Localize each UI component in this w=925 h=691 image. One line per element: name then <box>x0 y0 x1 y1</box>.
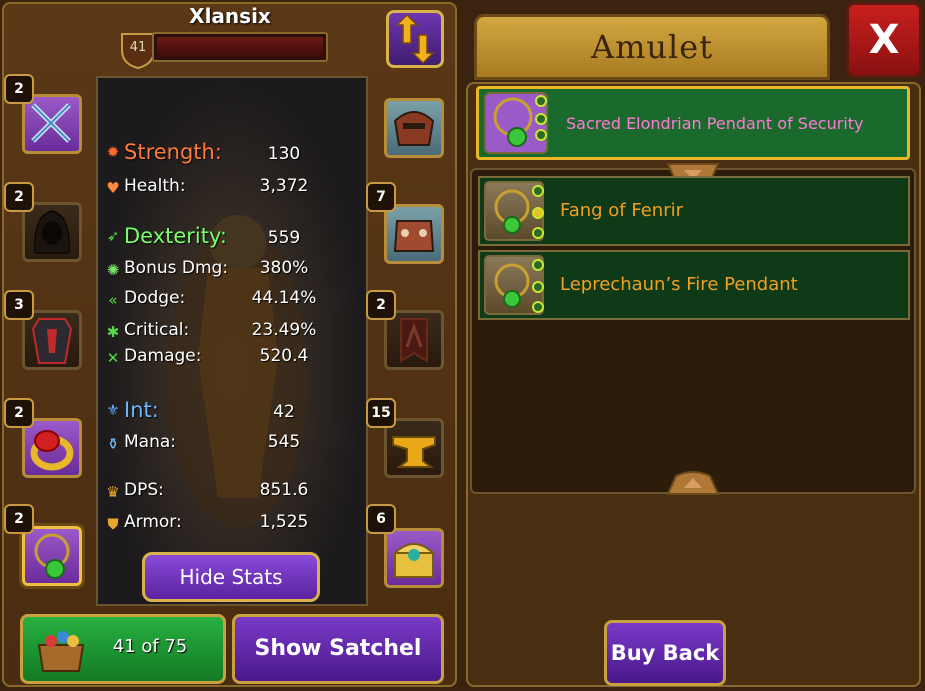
stat-row: ✕ Damage: 520.4 <box>104 346 364 372</box>
stat-value: 3,372 <box>259 176 309 196</box>
slot-weapon-count: 2 <box>4 74 34 104</box>
stat-row: ✺ Bonus Dmg: 380% <box>104 258 364 284</box>
slot-amulet[interactable] <box>22 526 82 586</box>
stat-label: Dodge: <box>124 288 186 308</box>
stat-row: « Dodge: 44.14% <box>104 288 364 314</box>
stat-label: Health: <box>124 176 186 196</box>
stat-label: Mana: <box>124 432 177 452</box>
stat-row: ✹ Strength: 130 <box>104 140 364 166</box>
stat-label: Strength: <box>124 140 222 164</box>
damage-icon: ✕ <box>106 349 120 367</box>
dps-icon: ♛ <box>106 483 120 501</box>
stat-row: ⚱ Mana: 545 <box>104 432 364 458</box>
stat-value: 1,525 <box>259 512 309 532</box>
stat-value: 520.4 <box>259 346 309 366</box>
stat-value: 545 <box>267 432 301 452</box>
slot-shoulders-count: 7 <box>366 182 396 212</box>
health-icon: ♥ <box>106 179 120 197</box>
slot-head-count: 2 <box>4 182 34 212</box>
list-item[interactable]: Fang of Fenrir <box>478 176 910 246</box>
character-name: Xlansix <box>189 4 271 28</box>
stat-value: 42 <box>273 402 295 422</box>
slot-shoulders[interactable] <box>384 204 444 264</box>
slot-helmet[interactable] <box>384 98 444 158</box>
slot-amulet-count: 2 <box>4 504 34 534</box>
slot-chest-storage[interactable] <box>384 528 444 588</box>
armor-chest-icon <box>31 318 73 364</box>
close-button[interactable]: X <box>846 2 922 78</box>
treasure-chest-icon <box>392 543 436 578</box>
panel-title: Amulet <box>474 14 830 80</box>
critical-icon: ✱ <box>106 323 120 341</box>
ring-icon <box>30 430 74 471</box>
stat-value: 130 <box>267 144 301 164</box>
bonus-damage-icon: ✺ <box>106 261 120 279</box>
stat-row: ➶ Dexterity: 559 <box>104 224 364 250</box>
amulet-icon <box>484 92 548 154</box>
stat-row: ✱ Critical: 23.49% <box>104 320 364 346</box>
stat-value: 851.6 <box>259 480 309 500</box>
stat-value: 23.49% <box>251 320 317 340</box>
swap-button[interactable] <box>386 10 444 68</box>
slot-ring-count: 2 <box>4 398 34 428</box>
list-item-label: Leprechaun’s Fire Pendant <box>560 274 798 295</box>
amulet-icon <box>484 181 544 241</box>
satchel-icon <box>37 631 85 672</box>
shoulders-icon <box>393 220 435 252</box>
slot-chest-count: 3 <box>4 290 34 320</box>
buy-back-button[interactable]: Buy Back <box>604 620 726 686</box>
dexterity-icon: ➶ <box>106 227 120 245</box>
stat-label: Damage: <box>124 346 202 366</box>
int-icon: ⚜ <box>106 401 120 419</box>
stat-label: Dexterity: <box>124 224 227 248</box>
anvil-icon <box>392 436 436 468</box>
armor-icon: ⛊ <box>107 515 119 533</box>
stat-row: ⛊ Armor: 1,525 <box>104 512 364 538</box>
stat-value: 559 <box>267 228 301 248</box>
slot-chest-storage-count: 6 <box>366 504 396 534</box>
stat-label: Critical: <box>124 320 190 340</box>
hide-stats-button[interactable]: Hide Stats <box>142 552 320 602</box>
mana-icon: ⚱ <box>106 435 120 453</box>
stat-label: Bonus Dmg: <box>124 258 229 278</box>
stat-row: ♛ DPS: 851.6 <box>104 480 364 506</box>
crossed-swords-icon <box>31 103 71 143</box>
swap-arrows-icon <box>395 13 435 65</box>
scroll-up-arrow-icon[interactable] <box>666 468 720 496</box>
list-item[interactable]: Leprechaun’s Fire Pendant <box>478 250 910 320</box>
slot-crafting-count: 15 <box>366 398 396 428</box>
stat-row: ♥ Health: 3,372 <box>104 176 364 202</box>
stat-label: Armor: <box>124 512 182 532</box>
slot-banner-count: 2 <box>366 290 396 320</box>
banner-icon <box>400 318 428 363</box>
helmet-icon <box>393 111 435 146</box>
satchel-count: 41 of 75 <box>112 636 188 657</box>
stat-label: DPS: <box>124 480 164 500</box>
stat-value: 380% <box>259 258 309 278</box>
list-item-label: Fang of Fenrir <box>560 200 684 221</box>
hood-icon <box>34 210 70 254</box>
amulet-icon <box>34 533 70 579</box>
experience-bar <box>152 32 328 62</box>
selected-item-name: Sacred Elondrian Pendant of Security <box>566 114 864 133</box>
amulet-icon <box>484 255 544 315</box>
stat-value: 44.14% <box>251 288 317 308</box>
stat-row: ⚜ Int: 42 <box>104 398 364 424</box>
dodge-icon: « <box>108 291 118 309</box>
strength-icon: ✹ <box>106 143 120 161</box>
stat-label: Int: <box>124 398 159 422</box>
show-satchel-button[interactable]: Show Satchel <box>232 614 444 684</box>
